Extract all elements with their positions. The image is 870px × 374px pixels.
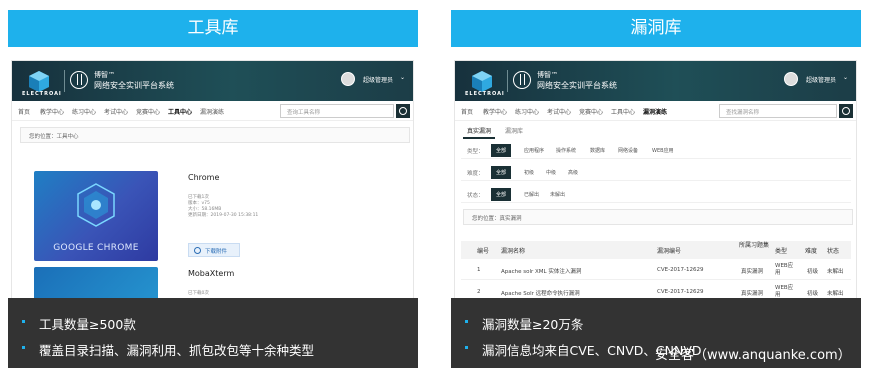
chrome-logo-icon [77, 183, 115, 227]
brand-icon [513, 71, 531, 89]
tool-name[interactable]: MobaXterm [188, 269, 234, 278]
avatar[interactable] [784, 72, 798, 86]
active-tab-indicator [463, 137, 495, 139]
vuln-library-screenshot: ELECTROAI 博智™ 网络安全实训平台系统 超级管理员 ⌄ 首页 教学中心… [454, 60, 857, 300]
app-header: ELECTROAI 博智™ 网络安全实训平台系统 超级管理员 ⌄ [455, 61, 856, 101]
nav-item-teaching[interactable]: 教学中心 [40, 107, 64, 116]
search-icon[interactable] [396, 104, 410, 118]
filter-chip[interactable]: 操作系统 [551, 144, 581, 157]
tool-downloads: 已下载0次 [188, 291, 209, 296]
filter-chip[interactable]: 应用程序 [519, 144, 549, 157]
tool-name[interactable]: Chrome [188, 173, 219, 182]
feature-bullets: 工具数量≥500款 覆盖目录扫描、漏洞利用、抓包改包等十余种类型 [8, 298, 418, 368]
vuln-library-panel: 漏洞库 ELECTROAI 博智™ 网络安全实训平台系统 超级管理员 ⌄ 首页 … [451, 0, 861, 374]
nav-item-exam[interactable]: 考试中心 [547, 107, 571, 116]
user-name[interactable]: 超级管理员 [363, 75, 393, 84]
table-header: 编号 漏洞名称 漏洞编号 所属习题集 类型 难度 状态 [461, 241, 851, 259]
header-divider [507, 70, 508, 92]
main-nav: 首页 教学中心 练习中心 考试中心 竞赛中心 工具中心 漏洞演练 查找漏洞名称 [455, 101, 856, 121]
chrome-image-caption: GOOGLE CHROME [53, 243, 139, 253]
tab-vuln-library[interactable]: 漏洞库 [505, 126, 523, 135]
filter-chip[interactable]: 未解出 [545, 188, 570, 201]
filter-chip[interactable]: WEB应用 [647, 144, 679, 157]
nav-item-vuln-drill[interactable]: 漏洞演练 [643, 107, 667, 116]
chevron-down-icon[interactable]: ⌄ [400, 74, 405, 81]
download-label: 下载附件 [205, 249, 228, 255]
search-input[interactable]: 查找漏洞名称 [719, 104, 837, 118]
brand-subtitle: 网络安全实训平台系统 [94, 81, 174, 90]
nav-item-teaching[interactable]: 教学中心 [483, 107, 507, 116]
brand-name: 博智™ [94, 71, 115, 79]
main-nav: 首页 教学中心 练习中心 考试中心 竞赛中心 工具中心 漏洞演练 查询工具名称 [12, 101, 413, 121]
tool-library-panel: 工具库 ELECTROAI 博智™ 网络安全实训平台系统 超级管理员 ⌄ 首页 … [8, 0, 418, 374]
filter-chip[interactable]: 数据库 [585, 144, 610, 157]
brand-subtitle: 网络安全实训平台系统 [537, 81, 617, 90]
nav-item-contest[interactable]: 竞赛中心 [136, 107, 160, 116]
bullet-dot [465, 320, 468, 323]
tool-updated: 更新日期：2019-07-30 15:38:11 [188, 213, 259, 218]
filter-chip[interactable]: 全部 [491, 166, 512, 179]
filter-chip[interactable]: 全部 [491, 188, 512, 201]
chrome-cover-image[interactable]: GOOGLE CHROME [34, 171, 158, 261]
nav-item-contest[interactable]: 竞赛中心 [579, 107, 603, 116]
download-button[interactable]: 下载附件 [188, 243, 240, 257]
header-divider [64, 70, 65, 92]
nav-item-home[interactable]: 首页 [461, 107, 473, 116]
chevron-down-icon[interactable]: ⌄ [843, 74, 848, 81]
bullet-dot [22, 346, 25, 349]
filter-type: 类型： 全部 应用程序 操作系统 数据库 网络设备 WEB应用 [461, 141, 851, 159]
filter-chip[interactable]: 中级 [541, 166, 561, 179]
logo-text: ELECTROAI [465, 91, 505, 97]
brand-icon [70, 71, 88, 89]
app-header: ELECTROAI 博智™ 网络安全实训平台系统 超级管理员 ⌄ [12, 61, 413, 101]
nav-item-home[interactable]: 首页 [18, 107, 30, 116]
user-name[interactable]: 超级管理员 [806, 75, 836, 84]
filter-chip[interactable]: 初级 [519, 166, 539, 179]
nav-item-vuln-drill[interactable]: 漏洞演练 [200, 107, 224, 116]
search-icon[interactable] [839, 104, 853, 118]
filter-chip[interactable]: 高级 [563, 166, 583, 179]
logo-text: ELECTROAI [22, 91, 62, 97]
search-input[interactable]: 查询工具名称 [280, 104, 394, 118]
tab-real-vulns[interactable]: 真实漏洞 [467, 126, 491, 135]
filter-chip[interactable]: 全部 [491, 144, 512, 157]
mobaxterm-cover-image[interactable] [34, 267, 158, 299]
table-row[interactable]: 1 Apache solr XML 实体注入漏洞 CVE-2017-12629 … [461, 260, 851, 280]
bullet-dot [465, 346, 468, 349]
filter-status: 状态： 全部 已解出 未解出 [461, 185, 851, 203]
tool-library-screenshot: ELECTROAI 博智™ 网络安全实训平台系统 超级管理员 ⌄ 首页 教学中心… [11, 60, 414, 300]
download-icon [194, 247, 201, 254]
watermark: 安全客（www.anquanke.com） [655, 348, 851, 363]
breadcrumb: 您的位置：真实漏洞 [463, 209, 853, 225]
brand-name: 博智™ [537, 71, 558, 79]
breadcrumb: 您的位置：工具中心 [20, 127, 410, 143]
filter-difficulty: 难度： 全部 初级 中级 高级 [461, 163, 851, 181]
panel-title: 工具库 [8, 10, 418, 47]
nav-item-exam[interactable]: 考试中心 [104, 107, 128, 116]
nav-item-practice[interactable]: 练习中心 [72, 107, 96, 116]
panel-title: 漏洞库 [451, 10, 861, 47]
avatar[interactable] [341, 72, 355, 86]
nav-item-practice[interactable]: 练习中心 [515, 107, 539, 116]
nav-item-tools[interactable]: 工具中心 [611, 107, 635, 116]
bullet-dot [22, 320, 25, 323]
filter-chip[interactable]: 已解出 [519, 188, 544, 201]
filter-chip[interactable]: 网络设备 [613, 144, 643, 157]
nav-item-tools[interactable]: 工具中心 [168, 107, 192, 116]
